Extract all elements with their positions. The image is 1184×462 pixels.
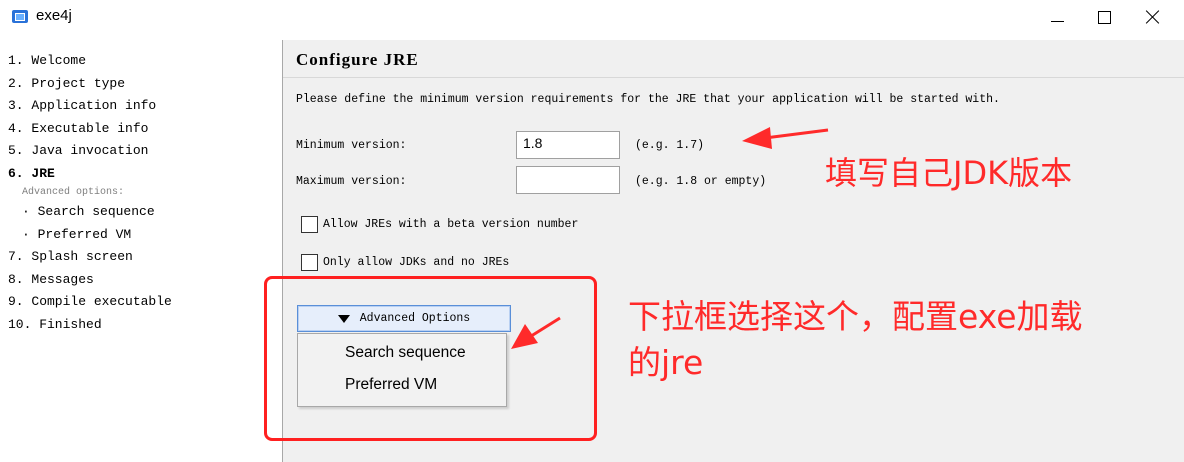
step-item[interactable]: 4. Executable info xyxy=(8,118,276,141)
beta-checkbox[interactable] xyxy=(301,216,318,233)
step-item[interactable]: 5. Java invocation xyxy=(8,140,276,163)
max-version-hint: (e.g. 1.8 or empty) xyxy=(635,175,767,188)
page-title: Configure JRE xyxy=(296,50,419,69)
close-button[interactable] xyxy=(1130,0,1176,34)
page-description: Please define the minimum version requir… xyxy=(296,93,1000,106)
step-list: 1. Welcome 2. Project type 3. Application … xyxy=(8,50,276,336)
step-item-active[interactable]: 6. JRE xyxy=(8,163,276,186)
jdk-only-checkbox[interactable] xyxy=(301,254,318,271)
min-version-input[interactable]: 1.8 xyxy=(516,131,620,159)
app-icon xyxy=(12,10,28,23)
step-item[interactable]: · Preferred VM xyxy=(8,224,276,247)
jdk-only-checkbox-label: Only allow JDKs and no JREs xyxy=(323,256,510,269)
step-item[interactable]: 3. Application info xyxy=(8,95,276,118)
annotation-dropdown-note-line2: 的jre xyxy=(628,343,704,382)
step-subheader: Advanced options: xyxy=(22,187,125,198)
title-divider xyxy=(283,77,1184,78)
step-item[interactable]: 8. Messages xyxy=(8,269,276,292)
min-version-label: Minimum version: xyxy=(296,139,407,152)
minimize-button[interactable] xyxy=(1034,0,1080,34)
jdk-only-checkbox-row[interactable]: Only allow JDKs and no JREs xyxy=(301,254,509,271)
beta-checkbox-row[interactable]: Allow JREs with a beta version number xyxy=(301,216,578,233)
step-item[interactable]: 2. Project type xyxy=(8,73,276,96)
beta-checkbox-label: Allow JREs with a beta version number xyxy=(323,218,579,231)
step-item[interactable]: 1. Welcome xyxy=(8,50,276,73)
annotation-dropdown-note-line1: 下拉框选择这个，配置exe加载 xyxy=(628,297,1083,336)
close-icon xyxy=(1145,9,1161,25)
annotation-highlight-box xyxy=(264,276,597,441)
window-title: exe4j xyxy=(36,7,72,24)
step-item[interactable]: 10. Finished xyxy=(8,314,276,337)
maximize-button[interactable] xyxy=(1081,0,1127,34)
step-item[interactable]: 9. Compile executable xyxy=(8,291,276,314)
minimize-icon xyxy=(1050,20,1064,22)
maximize-icon xyxy=(1097,10,1111,24)
max-version-input[interactable] xyxy=(516,166,620,194)
max-version-label: Maximum version: xyxy=(296,175,407,188)
step-item[interactable]: · Search sequence xyxy=(8,201,276,224)
annotation-jdk-version: 填写自己JDK版本 xyxy=(825,154,1073,192)
annotation-dropdown-note: 下拉框选择这个，配置exe加载 的jre xyxy=(628,294,1083,386)
min-version-hint: (e.g. 1.7) xyxy=(635,139,705,152)
step-item[interactable]: 7. Splash screen xyxy=(8,246,276,269)
title-bar: exe4j xyxy=(0,0,1184,34)
